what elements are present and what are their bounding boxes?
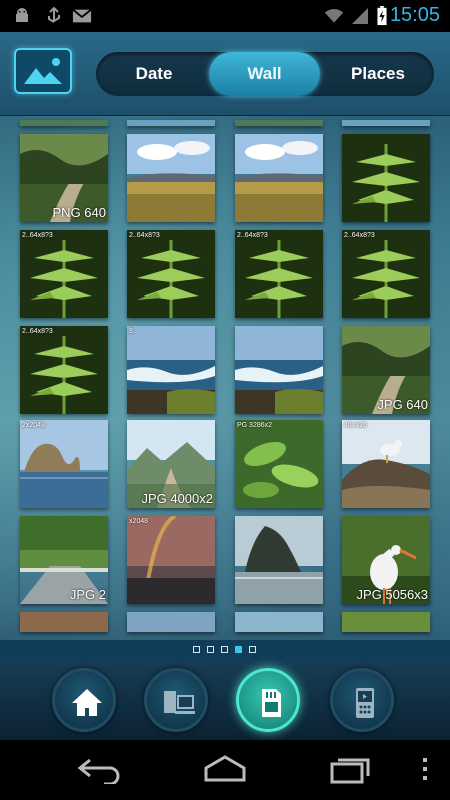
media-player-icon — [356, 688, 374, 718]
tab-places[interactable]: Places — [324, 52, 432, 96]
tab-wall[interactable]: Wall — [209, 52, 320, 96]
photo-image — [235, 230, 323, 318]
photo-image — [342, 134, 430, 222]
system-nav-bar — [0, 740, 450, 800]
photo-image — [127, 230, 215, 318]
gallery-logo-icon — [24, 58, 62, 84]
photo-image — [20, 326, 108, 414]
computer-icon — [164, 691, 195, 714]
thumbnail-caption: PG 3286x2 — [237, 422, 273, 429]
photo-thumbnail[interactable]: x2048 — [127, 516, 215, 604]
page-dot[interactable] — [207, 646, 214, 653]
photo-thumbnail[interactable] — [235, 516, 323, 604]
thumbnail-partial[interactable] — [127, 120, 215, 126]
photo-thumbnail[interactable]: 40x426 — [342, 420, 430, 508]
photo-image — [342, 420, 430, 508]
photo-thumbnail[interactable] — [342, 134, 430, 222]
thumbnail-caption: JPG 640 — [377, 397, 428, 412]
page-dot[interactable] — [235, 646, 242, 653]
home-nav-icon[interactable] — [200, 754, 250, 784]
photo-image — [235, 326, 323, 414]
photo-wall: PNG 640 2..64x8?3 2..64x8?3 2..64x8?3 2..64x… — [0, 118, 450, 638]
photo-image — [127, 134, 215, 222]
bottom-toolbar — [0, 660, 450, 740]
home-button[interactable] — [52, 668, 116, 732]
thumbnail-caption: 2..64x8?3 — [22, 232, 53, 239]
thumbnail-caption: PNG 640 — [52, 205, 106, 220]
sd-card-button[interactable] — [236, 668, 300, 732]
photo-image — [235, 134, 323, 222]
home-icon — [72, 689, 102, 716]
folder-icon[interactable] — [193, 646, 200, 653]
gallery-logo-button[interactable] — [14, 48, 72, 94]
photo-image — [127, 516, 215, 604]
photo-thumbnail[interactable]: 2x2048 — [20, 420, 108, 508]
view-mode-tabs: Date Wall Places — [96, 52, 434, 96]
gmail-icon — [72, 8, 92, 23]
thumbnail-partial[interactable] — [127, 612, 215, 632]
photo-thumbnail[interactable] — [127, 134, 215, 222]
photo-thumbnail[interactable]: 2..64x8?3 — [20, 326, 108, 414]
recent-apps-icon[interactable] — [328, 754, 374, 784]
photo-image — [127, 326, 215, 414]
thumbnail-caption: 2..64x8?3 — [22, 328, 53, 335]
overflow-menu-icon[interactable] — [420, 754, 430, 784]
photo-image — [20, 230, 108, 318]
photo-image — [235, 420, 323, 508]
media-player-button[interactable] — [330, 668, 394, 732]
photo-image — [235, 516, 323, 604]
photo-image — [20, 420, 108, 508]
page-indicator — [0, 640, 450, 660]
thumbnail-partial[interactable] — [20, 120, 108, 126]
photo-thumbnail[interactable] — [235, 134, 323, 222]
photo-thumbnail[interactable]: PNG 640 — [20, 134, 108, 222]
android-debug-icon — [16, 8, 28, 22]
thumbnail-partial[interactable] — [342, 612, 430, 632]
signal-icon — [352, 8, 368, 24]
thumbnail-caption: JPG 5056x3 — [356, 587, 428, 602]
photo-thumbnail[interactable]: PG 3286x2 — [235, 420, 323, 508]
photo-image — [342, 230, 430, 318]
back-icon[interactable] — [76, 754, 124, 784]
thumbnail-caption: 2..64x8?3 — [129, 232, 160, 239]
photo-thumbnail[interactable]: 2..64x8?3 — [20, 230, 108, 318]
photo-thumbnail[interactable]: JPG 2 — [20, 516, 108, 604]
thumbnail-caption: x2048 — [129, 518, 149, 525]
thumbnail-caption: 40x426 — [344, 422, 367, 429]
status-bar: 15:05 — [0, 0, 450, 32]
computer-button[interactable] — [144, 668, 208, 732]
page-dot[interactable] — [249, 646, 256, 653]
thumbnail-caption: 2..64x8?3 — [344, 232, 375, 239]
photo-thumbnail[interactable]: JPG 5056x3 — [342, 516, 430, 604]
thumbnail-partial[interactable] — [235, 612, 323, 632]
wifi-icon — [324, 9, 344, 23]
page-dot[interactable] — [221, 646, 228, 653]
thumbnail-caption: 2..64x8?3 — [237, 232, 268, 239]
usb-icon — [48, 6, 60, 23]
photo-thumbnail[interactable]: 2..64x8?3 — [127, 230, 215, 318]
photo-thumbnail[interactable]: 8.. — [127, 326, 215, 414]
thumbnail-partial[interactable] — [20, 612, 108, 632]
photo-thumbnail[interactable]: JPG 4000x2 — [127, 420, 215, 508]
thumbnail-partial[interactable] — [342, 120, 430, 126]
photo-thumbnail[interactable]: 2..64x8?3 — [235, 230, 323, 318]
tab-date[interactable]: Date — [102, 52, 206, 96]
photo-thumbnail[interactable] — [235, 326, 323, 414]
sd-card-icon — [262, 689, 281, 717]
thumbnail-caption: 8.. — [129, 328, 137, 335]
status-time: 15:05 — [389, 4, 440, 26]
photo-thumbnail[interactable]: 2..64x8?3 — [342, 230, 430, 318]
header: Date Wall Places — [0, 32, 450, 116]
photo-thumbnail[interactable]: JPG 640 — [342, 326, 430, 414]
thumbnail-caption: JPG 2 — [69, 587, 106, 602]
thumbnail-caption: JPG 4000x2 — [141, 491, 213, 506]
thumbnail-partial[interactable] — [235, 120, 323, 126]
thumbnail-caption: 2x2048 — [22, 422, 45, 429]
